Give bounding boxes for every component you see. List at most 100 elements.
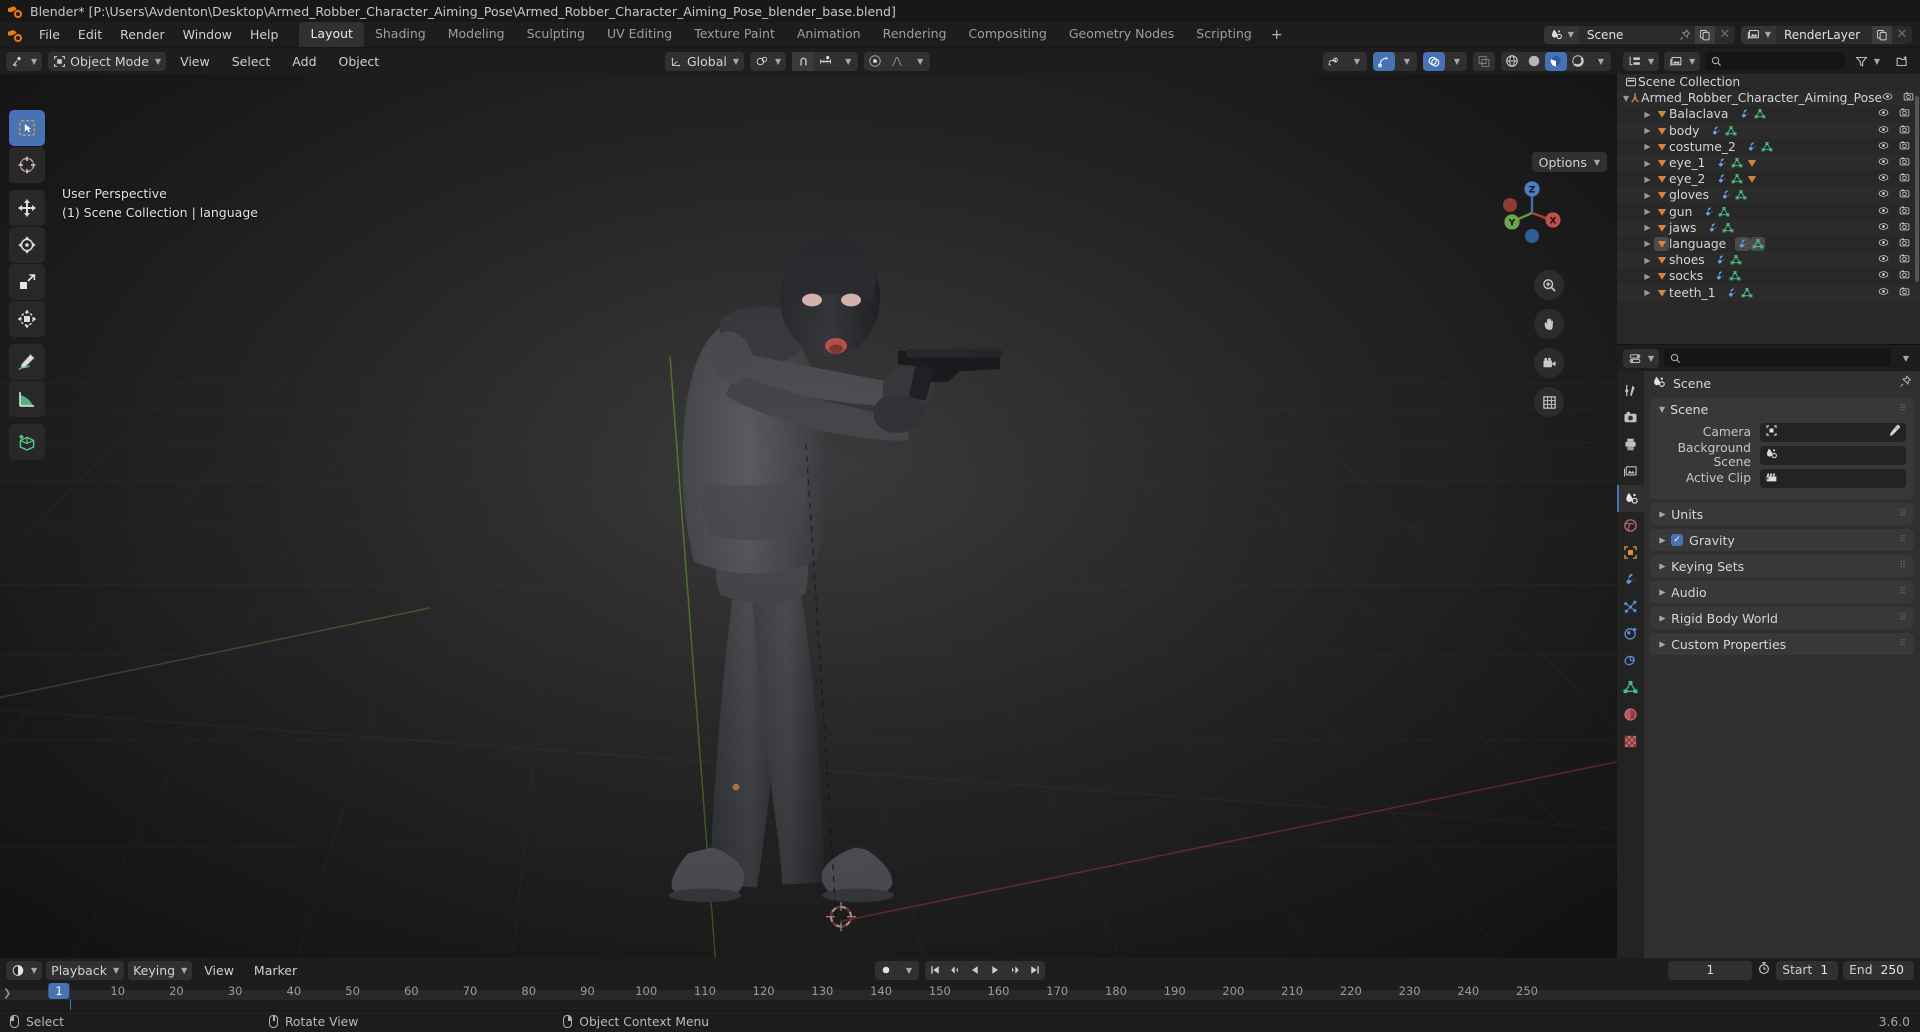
viewport-menu-select[interactable]: Select (224, 53, 279, 70)
snap-dropdown-chevron-icon[interactable]: ▼ (836, 52, 858, 71)
panel-drag-handle[interactable]: ⠿ (1899, 587, 1907, 597)
tool-add-cube[interactable] (9, 424, 45, 460)
panel-drag-handle[interactable]: ⠿ (1899, 561, 1907, 571)
disable-in-renders-icon[interactable] (1899, 269, 1910, 283)
hide-in-viewport-icon[interactable] (1878, 237, 1889, 251)
outliner-editor-type-selector[interactable]: ▼ (1623, 51, 1660, 71)
disable-in-renders-icon[interactable] (1899, 140, 1910, 154)
hide-in-viewport-icon[interactable] (1878, 286, 1889, 300)
disable-in-renders-icon[interactable] (1899, 205, 1910, 219)
disable-in-renders-icon[interactable] (1899, 286, 1910, 300)
disable-in-renders-icon[interactable] (1899, 237, 1910, 251)
snap-to-increment-icon[interactable] (814, 52, 836, 71)
unlink-scene-button[interactable]: ✕ (1715, 26, 1735, 44)
outliner-scrollbar[interactable] (1915, 96, 1919, 282)
tab-texture-paint[interactable]: Texture Paint (683, 22, 786, 47)
timeline-menu-view[interactable]: View (196, 962, 242, 979)
falloff-dropdown-chevron-icon[interactable]: ▼ (908, 52, 930, 71)
interaction-mode-selector[interactable]: Object Mode ▼ (48, 51, 167, 71)
properties-editor-type-selector[interactable]: ▼ (1623, 348, 1660, 368)
properties-options-chevron-icon[interactable]: ▼ (1896, 349, 1914, 368)
tool-cursor[interactable] (9, 147, 45, 183)
object-expand-arrow-icon[interactable]: ▶ (1641, 126, 1654, 135)
properties-panel-header[interactable]: ▼ Audio ⠿ (1650, 581, 1914, 603)
object-expand-arrow-icon[interactable]: ▶ (1641, 207, 1654, 216)
show-overlays-icon[interactable] (1423, 51, 1445, 71)
panel-enable-checkbox[interactable]: ✓ (1671, 534, 1684, 546)
modifier-icon[interactable] (1705, 221, 1720, 235)
gizmo-chevron-icon[interactable]: ▼ (1395, 52, 1417, 71)
tab-constraints[interactable] (1617, 647, 1644, 674)
editor-type-selector[interactable]: ▼ (6, 51, 43, 71)
transform-orientation-selector[interactable]: Global ▼ (665, 51, 745, 71)
modifier-icon[interactable] (1701, 205, 1716, 219)
shading-chevron-icon[interactable]: ▼ (1589, 52, 1611, 71)
outliner-row-collection[interactable]: ▼ Armed_Robber_Character_Aiming_Pose (1617, 90, 1920, 107)
mesh-data-icon[interactable] (1733, 188, 1748, 202)
tool-annotate[interactable] (9, 344, 45, 380)
navigation-gizmo[interactable]: Z Y X (1493, 174, 1571, 252)
outliner-row-object[interactable]: ▶ jaws (1617, 219, 1920, 236)
hide-in-viewport-icon[interactable] (1878, 253, 1889, 267)
background-scene-field[interactable] (1760, 445, 1906, 465)
object-expand-arrow-icon[interactable]: ▶ (1641, 239, 1654, 248)
outliner-row-scene-collection[interactable]: Scene Collection (1617, 74, 1920, 90)
tab-geometry-nodes[interactable]: Geometry Nodes (1058, 22, 1185, 47)
child-mesh-icon[interactable] (1744, 172, 1759, 186)
panel-expand-icon[interactable]: ▼ (1658, 615, 1667, 621)
properties-panel-header[interactable]: ▼ ✓ Gravity ⠿ (1650, 529, 1914, 551)
modifier-icon[interactable] (1725, 286, 1740, 300)
tab-scene[interactable] (1617, 485, 1644, 512)
mesh-data-icon[interactable] (1750, 236, 1766, 251)
object-expand-arrow-icon[interactable]: ▶ (1641, 256, 1654, 265)
mesh-data-icon[interactable] (1740, 286, 1755, 300)
jump-to-previous-keyframe-button[interactable] (945, 961, 965, 980)
overlay-chevron-icon[interactable]: ▼ (1445, 52, 1467, 71)
pan-view-icon[interactable] (1534, 309, 1564, 339)
camera-eyedropper-icon[interactable] (1888, 424, 1901, 441)
tab-physics[interactable] (1617, 620, 1644, 647)
visibility-chevron-icon[interactable]: ▼ (1345, 52, 1367, 71)
outliner-row-object[interactable]: ▶ eye_2 (1617, 171, 1920, 187)
panel-expand-icon[interactable]: ▼ (1658, 537, 1667, 543)
tab-sculpting[interactable]: Sculpting (516, 22, 596, 47)
menu-file[interactable]: File (30, 24, 69, 46)
outliner-row-object[interactable]: ▶ costume_2 (1617, 139, 1920, 155)
panel-drag-handle[interactable]: ⠿ (1899, 509, 1907, 519)
modifier-icon[interactable] (1712, 269, 1727, 283)
outliner-new-collection-button[interactable] (1890, 52, 1914, 71)
jump-to-start-button[interactable] (925, 961, 945, 980)
disable-in-renders-icon[interactable] (1899, 156, 1910, 170)
mesh-data-icon[interactable] (1729, 156, 1744, 170)
object-expand-arrow-icon[interactable]: ▶ (1641, 142, 1654, 151)
auto-keying-chevron-icon[interactable]: ▼ (897, 961, 919, 980)
toggle-camera-view-icon[interactable] (1534, 348, 1564, 378)
tab-layout[interactable]: Layout (299, 22, 364, 47)
start-frame-field[interactable]: Start 1 (1776, 960, 1839, 980)
mesh-data-icon[interactable] (1729, 172, 1744, 186)
viewport-menu-view[interactable]: View (172, 53, 218, 70)
tab-object[interactable] (1617, 539, 1644, 566)
tab-view-layer[interactable] (1617, 458, 1644, 485)
viewport-menu-object[interactable]: Object (331, 53, 388, 70)
menu-render[interactable]: Render (111, 24, 174, 46)
mesh-data-icon[interactable] (1752, 107, 1767, 121)
object-expand-arrow-icon[interactable]: ▶ (1641, 110, 1654, 119)
panel-drag-handle[interactable]: ⠿ (1899, 535, 1907, 545)
hide-in-viewport-icon[interactable] (1878, 156, 1889, 170)
modifier-icon[interactable] (1735, 236, 1751, 251)
properties-search-input[interactable] (1664, 349, 1891, 367)
timeline-playhead[interactable]: 1 (48, 983, 80, 1011)
disable-in-renders-icon[interactable] (1903, 91, 1914, 105)
scene-panel-header[interactable]: ▼ Scene ⠿ (1650, 398, 1914, 420)
blender-menu-icon[interactable] (8, 28, 22, 42)
current-frame-field[interactable]: 1 (1668, 960, 1753, 980)
timeline-editor-type-selector[interactable]: ▼ (6, 960, 43, 980)
hide-in-viewport-icon[interactable] (1878, 269, 1889, 283)
proportional-editing-icon[interactable] (864, 52, 886, 71)
toggle-orthographic-icon[interactable] (1534, 387, 1564, 417)
pin-properties-icon[interactable] (1899, 375, 1912, 391)
tab-tool[interactable] (1617, 377, 1644, 404)
tab-world[interactable] (1617, 512, 1644, 539)
panel-expand-icon[interactable]: ▼ (1658, 563, 1667, 569)
